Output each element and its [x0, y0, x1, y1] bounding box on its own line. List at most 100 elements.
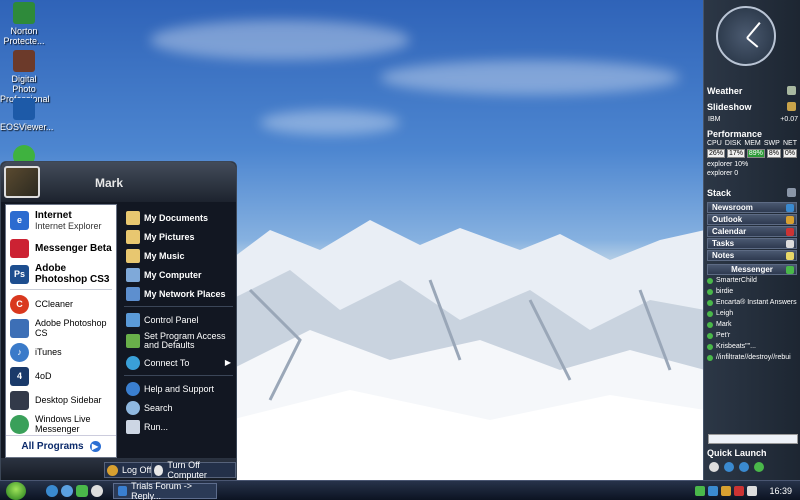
recent-label: Desktop Sidebar [35, 395, 102, 405]
presence-icon [707, 299, 713, 306]
pinned-photoshop[interactable]: Ps Adobe Photoshop CS3 [6, 261, 116, 287]
slideshow-label[interactable]: Slideshow [707, 102, 752, 112]
norton-icon [13, 2, 35, 24]
performance-panel: CPU DISK MEM SWP NET 26% 17% 89% 8% 0% e… [707, 140, 797, 177]
log-off-button[interactable]: Log Off [104, 462, 157, 478]
messenger-tray-icon[interactable] [695, 485, 705, 496]
outlook-panel[interactable]: Outlook [707, 214, 797, 225]
music-icon [126, 248, 140, 263]
itunes-icon[interactable] [91, 485, 103, 497]
stock-ticker[interactable]: IBM +0.07 [708, 116, 798, 123]
places-my-documents[interactable]: My Documents [122, 208, 235, 227]
contact-item[interactable]: Pet'r [707, 330, 797, 341]
places-help[interactable]: Help and Support [122, 379, 235, 398]
antivirus-tray-icon[interactable] [734, 485, 744, 496]
places-connect-to[interactable]: Connect To ▶ [122, 353, 235, 372]
contact-item[interactable]: Krisbeats""... [707, 341, 797, 352]
taskbar-button-forum[interactable]: Trials Forum -> Reply... [113, 481, 217, 500]
stack-label[interactable]: Stack [707, 188, 731, 198]
messenger-icon[interactable] [76, 485, 88, 497]
places-my-music[interactable]: My Music [122, 246, 235, 265]
pinned-title: Adobe Photoshop CS3 [35, 263, 110, 285]
presence-icon [707, 343, 713, 350]
recent-itunes[interactable]: ♪ iTunes [6, 340, 116, 364]
process-label: explorer 10% [707, 161, 749, 168]
desktop-icon-label: EOSViewer... [0, 122, 54, 132]
analog-clock[interactable] [716, 6, 776, 66]
places-label: Set Program Access and Defaults [144, 331, 226, 350]
avatar[interactable] [4, 166, 40, 198]
desktop-icon-dpp[interactable]: Digital Photo Professional [0, 50, 50, 104]
globe-icon[interactable] [61, 485, 73, 497]
quick-launch-label[interactable]: Quick Launch [707, 448, 767, 458]
network-tray-icon[interactable] [708, 485, 718, 496]
recent-ccleaner[interactable]: C CCleaner [6, 292, 116, 316]
calendar-panel[interactable]: Calendar [707, 226, 797, 237]
recent-wlm[interactable]: Windows Live Messenger [6, 412, 116, 436]
turn-off-button[interactable]: Turn Off Computer [151, 460, 236, 480]
wlm-icon [10, 414, 29, 434]
power-icon[interactable] [709, 462, 719, 472]
task-label: Trials Forum -> Reply... [131, 481, 193, 500]
quick-launch-icons [709, 462, 764, 472]
contact-item[interactable]: Mark [707, 319, 797, 330]
panel-label: Messenger [731, 265, 773, 274]
start-menu-places: My Documents My Pictures My Music My Com… [122, 204, 235, 458]
places-program-access[interactable]: Set Program Access and Defaults [122, 329, 235, 353]
start-menu-header: Mark [1, 162, 236, 202]
start-button[interactable] [6, 482, 26, 500]
performance-label[interactable]: Performance [707, 129, 762, 139]
help-icon [126, 381, 140, 396]
places-my-network[interactable]: My Network Places [122, 284, 235, 303]
places-run[interactable]: Run... [122, 417, 235, 436]
places-label: My Pictures [144, 231, 195, 242]
places-search[interactable]: Search [122, 398, 235, 417]
desktop-sidebar: Weather Slideshow IBM +0.07 Performance … [703, 0, 800, 480]
stock-name: IBM [708, 116, 721, 123]
contact-item[interactable]: SmarterChild [707, 275, 797, 286]
desktop-icon-eosviewer[interactable]: EOSViewer... [0, 98, 53, 132]
recent-desktop-sidebar[interactable]: Desktop Sidebar [6, 388, 116, 412]
contact-item[interactable]: Encarta® Instant Answers [707, 297, 797, 308]
recent-4od[interactable]: 4 4oD [6, 364, 116, 388]
taskbar-clock[interactable]: 16:39 [769, 486, 792, 496]
desktop-icon-norton[interactable]: Norton Protecte... [0, 2, 48, 46]
separator [124, 375, 233, 376]
pinned-messenger[interactable]: Messenger Beta [6, 235, 116, 261]
messenger-panel[interactable]: Messenger [707, 264, 797, 275]
contact-name: //infiltrate//destroy//rebui [716, 354, 791, 361]
volume-icon[interactable] [747, 485, 757, 496]
recent-photoshop-cs[interactable]: Adobe Photoshop CS [6, 316, 116, 340]
security-tray-icon[interactable] [721, 485, 731, 496]
presence-icon [707, 321, 713, 328]
tasks-panel[interactable]: Tasks [707, 238, 797, 249]
all-programs-button[interactable]: All Programs ▶ [6, 435, 116, 457]
perf-label: MEM [744, 140, 761, 147]
places-control-panel[interactable]: Control Panel [122, 310, 235, 329]
photo-icon [787, 102, 796, 111]
places-my-computer[interactable]: My Computer [122, 265, 235, 284]
messenger-icon[interactable] [754, 462, 764, 472]
panel-label: Newsroom [712, 203, 753, 212]
recent-label: 4oD [35, 371, 52, 381]
ie-icon[interactable] [724, 462, 734, 472]
contact-item[interactable]: Leigh [707, 308, 797, 319]
eos-icon [13, 98, 35, 120]
globe-icon[interactable] [739, 462, 749, 472]
process-label: explorer 0 [707, 170, 739, 177]
ie-icon [118, 486, 128, 496]
ie-icon: e [10, 210, 29, 230]
sidebar-search-input[interactable] [708, 434, 798, 444]
notes-panel[interactable]: Notes [707, 250, 797, 261]
globe-icon [786, 204, 794, 212]
submenu-arrow-icon: ▶ [224, 358, 231, 367]
places-label: Run... [144, 421, 169, 432]
newsroom-panel[interactable]: Newsroom [707, 202, 797, 213]
contact-item[interactable]: //infiltrate//destroy//rebui [707, 352, 797, 363]
contact-item[interactable]: birdie [707, 286, 797, 297]
ie-icon[interactable] [46, 485, 58, 497]
pictures-icon [126, 229, 140, 244]
pinned-internet[interactable]: e Internet Internet Explorer [6, 205, 116, 235]
weather-label[interactable]: Weather [707, 86, 742, 96]
places-my-pictures[interactable]: My Pictures [122, 227, 235, 246]
